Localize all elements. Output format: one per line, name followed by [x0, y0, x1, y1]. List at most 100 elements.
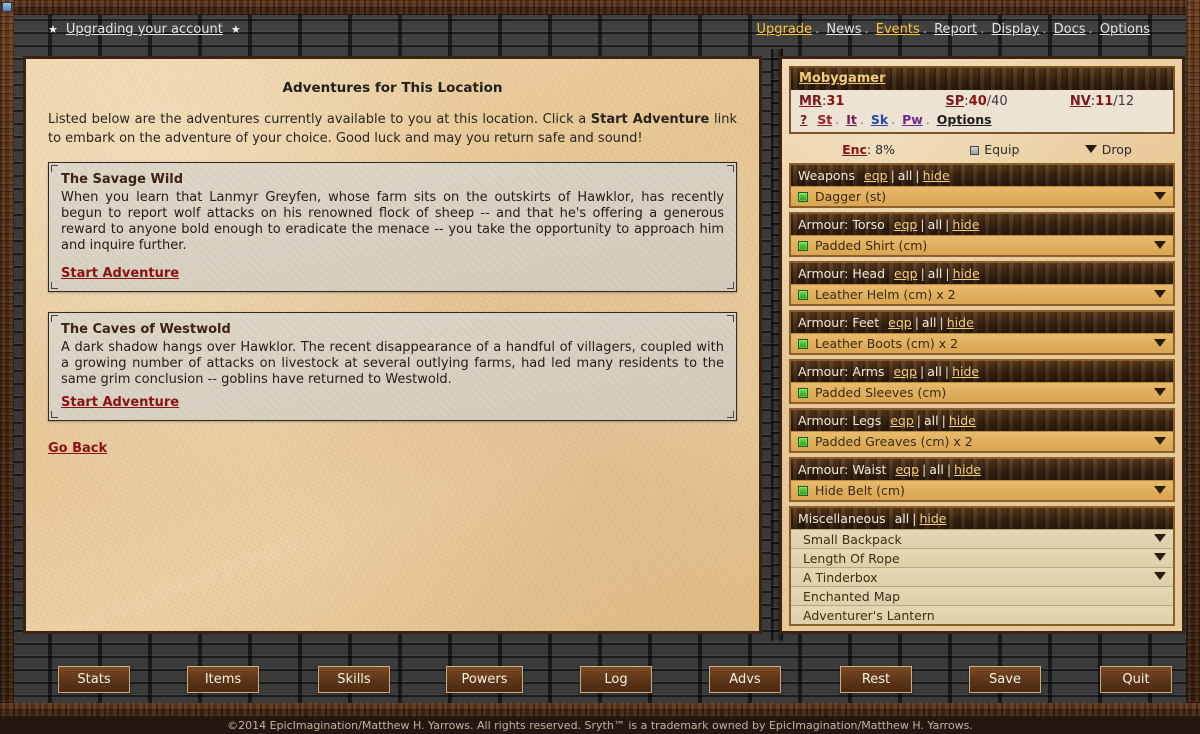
- inventory-item[interactable]: Padded Greaves (cm) x 2: [791, 431, 1173, 451]
- chevron-down-icon[interactable]: [1154, 534, 1166, 542]
- quit-button[interactable]: Quit: [1100, 666, 1172, 693]
- all-link[interactable]: all: [924, 413, 939, 428]
- skills-link[interactable]: Sk: [871, 112, 888, 127]
- inventory-item-label: Leather Boots (cm) x 2: [815, 336, 959, 351]
- character-name-link[interactable]: Mobygamer: [799, 71, 886, 86]
- equip-label: Equip: [984, 141, 1020, 157]
- upgrade-account-link[interactable]: Upgrading your account: [66, 22, 223, 37]
- inventory-item[interactable]: Small Backpack: [791, 529, 1173, 548]
- inventory-header-links: eqp | all | hide: [890, 413, 976, 428]
- stat-mr-value: 31: [826, 94, 845, 109]
- nav-link-upgrade[interactable]: Upgrade: [756, 22, 812, 37]
- inventory-item[interactable]: Dagger (st): [791, 186, 1173, 206]
- chevron-down-icon[interactable]: [1154, 192, 1166, 200]
- stats-link[interactable]: St: [817, 112, 832, 127]
- all-link[interactable]: all: [928, 266, 943, 281]
- character-quick-links: ? St. It. Sk. Pw. Options: [791, 110, 1173, 132]
- stat-nv-max: /12: [1113, 94, 1135, 109]
- powers-link[interactable]: Pw: [902, 112, 923, 127]
- eqp-link[interactable]: eqp: [893, 364, 917, 379]
- intro-text: Listed below are the adventures currentl…: [48, 110, 737, 148]
- inventory-group-header: Armour: Waist eqp | all | hide: [791, 459, 1173, 480]
- window-control-icon[interactable]: [2, 2, 12, 12]
- inventory-group-header: Weapons eqp | all | hide: [791, 165, 1173, 186]
- intro-text-before: Listed below are the adventures currentl…: [48, 112, 591, 127]
- inventory-group-header: Armour: Arms eqp | all | hide: [791, 361, 1173, 382]
- hide-link[interactable]: hide: [954, 462, 981, 477]
- advs-button[interactable]: Advs: [709, 666, 781, 693]
- rest-button[interactable]: Rest: [840, 666, 912, 693]
- inventory-item[interactable]: Leather Helm (cm) x 2: [791, 284, 1173, 304]
- drop-toggle[interactable]: Drop: [1052, 142, 1165, 157]
- powers-button[interactable]: Powers: [446, 666, 523, 693]
- equipped-indicator-icon: [798, 241, 808, 251]
- inventory-item[interactable]: Enchanted Map: [791, 586, 1173, 605]
- nav-link-display[interactable]: Display: [991, 22, 1039, 37]
- inventory-item[interactable]: Leather Boots (cm) x 2: [791, 333, 1173, 353]
- pipe-separator: |: [915, 168, 920, 183]
- all-link[interactable]: all: [927, 364, 942, 379]
- inventory-item[interactable]: Hide Belt (cm): [791, 480, 1173, 500]
- inventory-item-label: Hide Belt (cm): [815, 483, 905, 498]
- link-separator: .: [925, 112, 930, 127]
- inventory-item[interactable]: Adventurer's Lantern: [791, 605, 1173, 624]
- inventory-item[interactable]: Padded Sleeves (cm): [791, 382, 1173, 402]
- corner-bracket-icon: [727, 165, 734, 172]
- encumbrance-link[interactable]: Enc: [842, 142, 867, 157]
- all-link[interactable]: all: [929, 462, 944, 477]
- hide-link[interactable]: hide: [953, 266, 980, 281]
- inventory-item[interactable]: Padded Shirt (cm): [791, 235, 1173, 255]
- eqp-link[interactable]: eqp: [890, 413, 914, 428]
- all-link[interactable]: all: [928, 217, 943, 232]
- nav-link-options[interactable]: Options: [1100, 22, 1150, 37]
- nav-link-news[interactable]: News: [826, 22, 861, 37]
- stat-sp-max: /40: [986, 94, 1008, 109]
- help-link[interactable]: ?: [800, 112, 807, 127]
- chevron-down-icon[interactable]: [1154, 572, 1166, 580]
- eqp-link[interactable]: eqp: [888, 315, 912, 330]
- all-link[interactable]: all: [898, 168, 913, 183]
- hide-link[interactable]: hide: [923, 168, 950, 183]
- chevron-down-icon[interactable]: [1154, 437, 1166, 445]
- chevron-down-icon[interactable]: [1154, 290, 1166, 298]
- hide-link[interactable]: hide: [952, 364, 979, 379]
- eqp-link[interactable]: eqp: [895, 462, 919, 477]
- eqp-link[interactable]: eqp: [864, 168, 888, 183]
- inventory-group-armour-feet: Armour: Feet eqp | all | hide Leather Boots (…: [789, 310, 1175, 355]
- eqp-link[interactable]: eqp: [894, 217, 918, 232]
- eqp-link[interactable]: eqp: [894, 266, 918, 281]
- inventory-item[interactable]: Length Of Rope: [791, 548, 1173, 567]
- options-link[interactable]: Options: [937, 112, 992, 127]
- chevron-down-icon[interactable]: [1154, 241, 1166, 249]
- hide-link[interactable]: hide: [919, 511, 946, 526]
- start-adventure-link[interactable]: Start Adventure: [61, 395, 179, 410]
- pipe-separator: |: [890, 168, 895, 183]
- nav-link-events[interactable]: Events: [876, 22, 920, 37]
- skills-button[interactable]: Skills: [318, 666, 390, 693]
- inventory-item[interactable]: A Tinderbox: [791, 567, 1173, 586]
- stats-button[interactable]: Stats: [58, 666, 130, 693]
- items-button[interactable]: Items: [187, 666, 259, 693]
- nav-separator: .: [922, 22, 927, 37]
- hide-link[interactable]: hide: [947, 315, 974, 330]
- hide-link[interactable]: hide: [949, 413, 976, 428]
- star-icon: ★: [48, 23, 58, 36]
- chevron-down-icon[interactable]: [1154, 486, 1166, 494]
- pipe-separator: |: [916, 413, 921, 428]
- equip-toggle[interactable]: Equip: [938, 142, 1051, 157]
- all-link[interactable]: all: [922, 315, 937, 330]
- log-button[interactable]: Log: [580, 666, 652, 693]
- start-adventure-link[interactable]: Start Adventure: [61, 266, 179, 281]
- items-link[interactable]: It: [846, 112, 857, 127]
- hide-link[interactable]: hide: [952, 217, 979, 232]
- nav-link-docs[interactable]: Docs: [1054, 22, 1086, 37]
- equipped-indicator-icon: [798, 192, 808, 202]
- chevron-down-icon[interactable]: [1154, 339, 1166, 347]
- nav-link-report[interactable]: Report: [934, 22, 977, 37]
- link-separator: .: [891, 112, 896, 127]
- save-button[interactable]: Save: [969, 666, 1041, 693]
- go-back-link[interactable]: Go Back: [48, 441, 107, 456]
- all-link[interactable]: all: [895, 511, 910, 526]
- chevron-down-icon[interactable]: [1154, 553, 1166, 561]
- chevron-down-icon[interactable]: [1154, 388, 1166, 396]
